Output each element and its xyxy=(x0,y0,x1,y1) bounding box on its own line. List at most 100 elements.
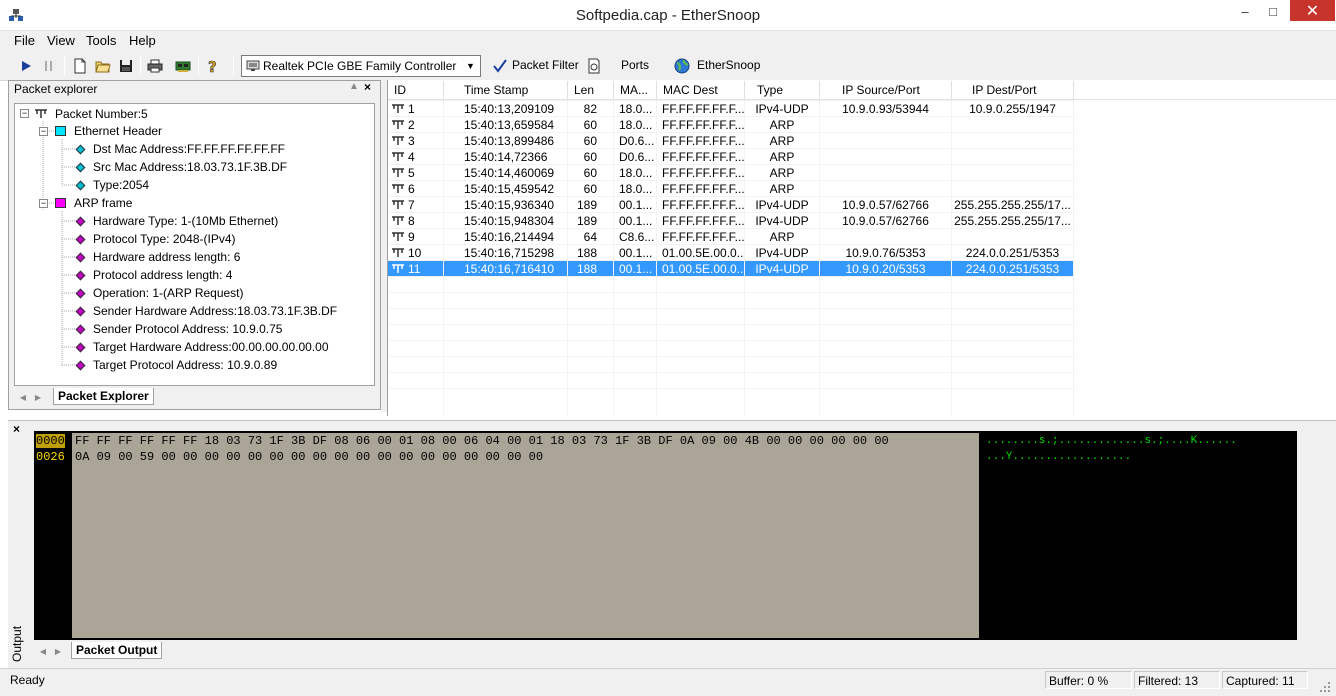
ports-label[interactable]: Ports xyxy=(621,58,649,72)
cell-ip-dest xyxy=(952,149,1074,165)
hex-bytes[interactable]: FF FF FF FF FF FF 18 03 73 1F 3B DF 08 0… xyxy=(72,433,979,638)
collapse-toggle[interactable]: − xyxy=(39,127,48,136)
table-row[interactable]: 8 15:40:15,948304 189 00.1... FF.FF.FF.FF.F.… xyxy=(388,213,1074,229)
table-row[interactable]: 9 15:40:16,214494 64 C8.6... FF.FF.FF.FF.F..… xyxy=(388,229,1074,245)
collapse-toggle[interactable]: − xyxy=(39,199,48,208)
ascii-view[interactable]: ........s.;.............s.;....K...... .… xyxy=(983,433,1289,638)
column-header-type[interactable]: Type xyxy=(745,81,820,100)
tab-next-icon[interactable]: ▶ xyxy=(31,390,45,404)
packet-filter-button[interactable] xyxy=(491,55,509,77)
hex-offsets: 0000 0026 xyxy=(36,433,71,638)
table-row[interactable]: 2 15:40:13,659584 60 18.0... FF.FF.FF.FF.F..… xyxy=(388,117,1074,133)
column-header-ip-dest[interactable]: IP Dest/Port xyxy=(952,81,1074,100)
cell-type: IPv4-UDP xyxy=(745,197,820,213)
adapter-button[interactable] xyxy=(173,55,195,77)
hex-line: FF FF FF FF FF FF 18 03 73 1F 3B DF 08 0… xyxy=(75,434,889,448)
grid-line xyxy=(388,388,1074,389)
grid-column-line xyxy=(951,100,952,416)
cell-mac-dest: 01.00.5E.00.0... xyxy=(657,261,745,277)
start-capture-button[interactable] xyxy=(15,55,37,77)
cell-mac-dest: 01.00.5E.00.0... xyxy=(657,245,745,261)
collapse-toggle[interactable]: − xyxy=(20,109,29,118)
column-header-len[interactable]: Len xyxy=(568,81,614,100)
checkmark-icon xyxy=(493,59,507,73)
tree-node-arp-frame[interactable]: ARP frame xyxy=(74,194,132,212)
output-scrollbar[interactable] xyxy=(1297,431,1314,640)
table-row[interactable]: 6 15:40:15,459542 60 18.0... FF.FF.FF.FF.F..… xyxy=(388,181,1074,197)
cell-mac-dest: FF.FF.FF.FF.F... xyxy=(657,133,745,149)
menu-tools[interactable]: Tools xyxy=(86,33,116,48)
status-filtered: Filtered: 13 xyxy=(1134,671,1220,689)
cell-ip-dest xyxy=(952,133,1074,149)
column-header-id[interactable]: ID xyxy=(388,81,444,100)
tab-next-icon[interactable]: ▶ xyxy=(51,644,65,658)
cell-ip-source xyxy=(820,133,952,149)
cell-mac-dest: FF.FF.FF.FF.F... xyxy=(657,117,745,133)
resize-grip-icon[interactable] xyxy=(1318,680,1332,694)
maximize-button[interactable]: □ xyxy=(1259,0,1287,22)
tree-leaf[interactable]: Dst Mac Address:FF.FF.FF.FF.FF.FF xyxy=(93,140,285,158)
tab-packet-output[interactable]: Packet Output xyxy=(71,642,163,659)
tree-leaf[interactable]: Type:2054 xyxy=(93,176,149,194)
pause-capture-button[interactable] xyxy=(38,55,60,77)
ascii-line: ...Y.................. xyxy=(986,451,1132,463)
open-button[interactable] xyxy=(92,55,114,77)
cell-ip-dest xyxy=(952,181,1074,197)
tab-prev-icon[interactable]: ◀ xyxy=(16,390,30,404)
table-row[interactable]: 5 15:40:14,460069 60 18.0... FF.FF.FF.FF.F..… xyxy=(388,165,1074,181)
cell-ip-source xyxy=(820,229,952,245)
column-header-timestamp[interactable]: Time Stamp xyxy=(444,81,568,100)
table-row[interactable]: 10 15:40:16,715298 188 00.1... 01.00.5E.00.0… xyxy=(388,245,1074,261)
save-button[interactable] xyxy=(115,55,137,77)
tree-leaf[interactable]: Target Protocol Address: 10.9.0.89 xyxy=(93,356,277,374)
save-disk-icon xyxy=(120,60,132,72)
new-button[interactable] xyxy=(69,55,91,77)
ethersnoop-label[interactable]: EtherSnoop xyxy=(697,58,760,72)
close-button[interactable]: ✕ xyxy=(1290,0,1335,21)
help-button[interactable]: ? xyxy=(202,55,224,77)
cell-mac-dest: FF.FF.FF.FF.F... xyxy=(657,165,745,181)
tree-node-ethernet-header[interactable]: Ethernet Header xyxy=(74,122,162,140)
column-header-ip-source[interactable]: IP Source/Port xyxy=(820,81,952,100)
chevron-down-icon[interactable]: ▼ xyxy=(461,56,480,76)
packet-explorer-title: Packet explorer xyxy=(14,82,98,96)
adapter-select[interactable]: Realtek PCIe GBE Family Controller xyxy=(241,55,481,77)
grid-line xyxy=(388,132,1074,133)
table-row[interactable]: 3 15:40:13,899486 60 D0.6... FF.FF.FF.FF.F..… xyxy=(388,133,1074,149)
grid-line xyxy=(388,276,1074,277)
output-close-button[interactable]: × xyxy=(13,422,20,436)
network-packet-icon xyxy=(35,109,47,118)
tree-leaf[interactable]: Target Hardware Address:00.00.00.00.00.0… xyxy=(93,338,329,356)
menu-view[interactable]: View xyxy=(47,33,75,48)
tab-packet-explorer[interactable]: Packet Explorer xyxy=(53,388,154,405)
cell-id: 2 xyxy=(388,117,444,133)
tree-leaf[interactable]: Src Mac Address:18.03.73.1F.3B.DF xyxy=(93,158,287,176)
printer-icon xyxy=(147,59,163,73)
menu-help[interactable]: Help xyxy=(129,33,156,48)
pin-icon[interactable]: ▲ xyxy=(349,81,359,92)
ports-button[interactable] xyxy=(585,55,603,77)
toolbar-separator xyxy=(198,56,199,76)
tree-leaf[interactable]: Operation: 1-(ARP Request) xyxy=(93,284,244,302)
print-button[interactable] xyxy=(144,55,166,77)
menu-file[interactable]: File xyxy=(14,33,35,48)
tree-leaf[interactable]: Sender Protocol Address: 10.9.0.75 xyxy=(93,320,282,338)
column-header-mac-source[interactable]: MA... xyxy=(614,81,657,100)
table-row[interactable]: 4 15:40:14,72366 60 D0.6... FF.FF.FF.FF.F...… xyxy=(388,149,1074,165)
tree-leaf[interactable]: Protocol Type: 2048-(IPv4) xyxy=(93,230,236,248)
ethersnoop-button[interactable] xyxy=(672,55,692,77)
column-header-mac-dest[interactable]: MAC Dest xyxy=(657,81,745,100)
table-row[interactable]: 7 15:40:15,936340 189 00.1... FF.FF.FF.FF.F.… xyxy=(388,197,1074,213)
tree-root[interactable]: Packet Number:5 xyxy=(55,105,148,123)
table-row[interactable]: 1 15:40:13,209109 82 18.0... FF.FF.FF.FF.F..… xyxy=(388,101,1074,117)
tree-leaf[interactable]: Hardware address length: 6 xyxy=(93,248,240,266)
cell-id: 7 xyxy=(388,197,444,213)
minimize-button[interactable]: – xyxy=(1231,0,1259,22)
tab-prev-icon[interactable]: ◀ xyxy=(36,644,50,658)
tree-leaf[interactable]: Sender Hardware Address:18.03.73.1F.3B.D… xyxy=(93,302,337,320)
packet-explorer-close-button[interactable]: × xyxy=(364,80,371,94)
packet-filter-label[interactable]: Packet Filter xyxy=(512,58,579,72)
tree-leaf[interactable]: Protocol address length: 4 xyxy=(93,266,232,284)
tree-leaf[interactable]: Hardware Type: 1-(10Mb Ethernet) xyxy=(93,212,278,230)
table-row[interactable]: 11 15:40:16,716410 188 00.1... 01.00.5E.00.0… xyxy=(388,261,1074,277)
